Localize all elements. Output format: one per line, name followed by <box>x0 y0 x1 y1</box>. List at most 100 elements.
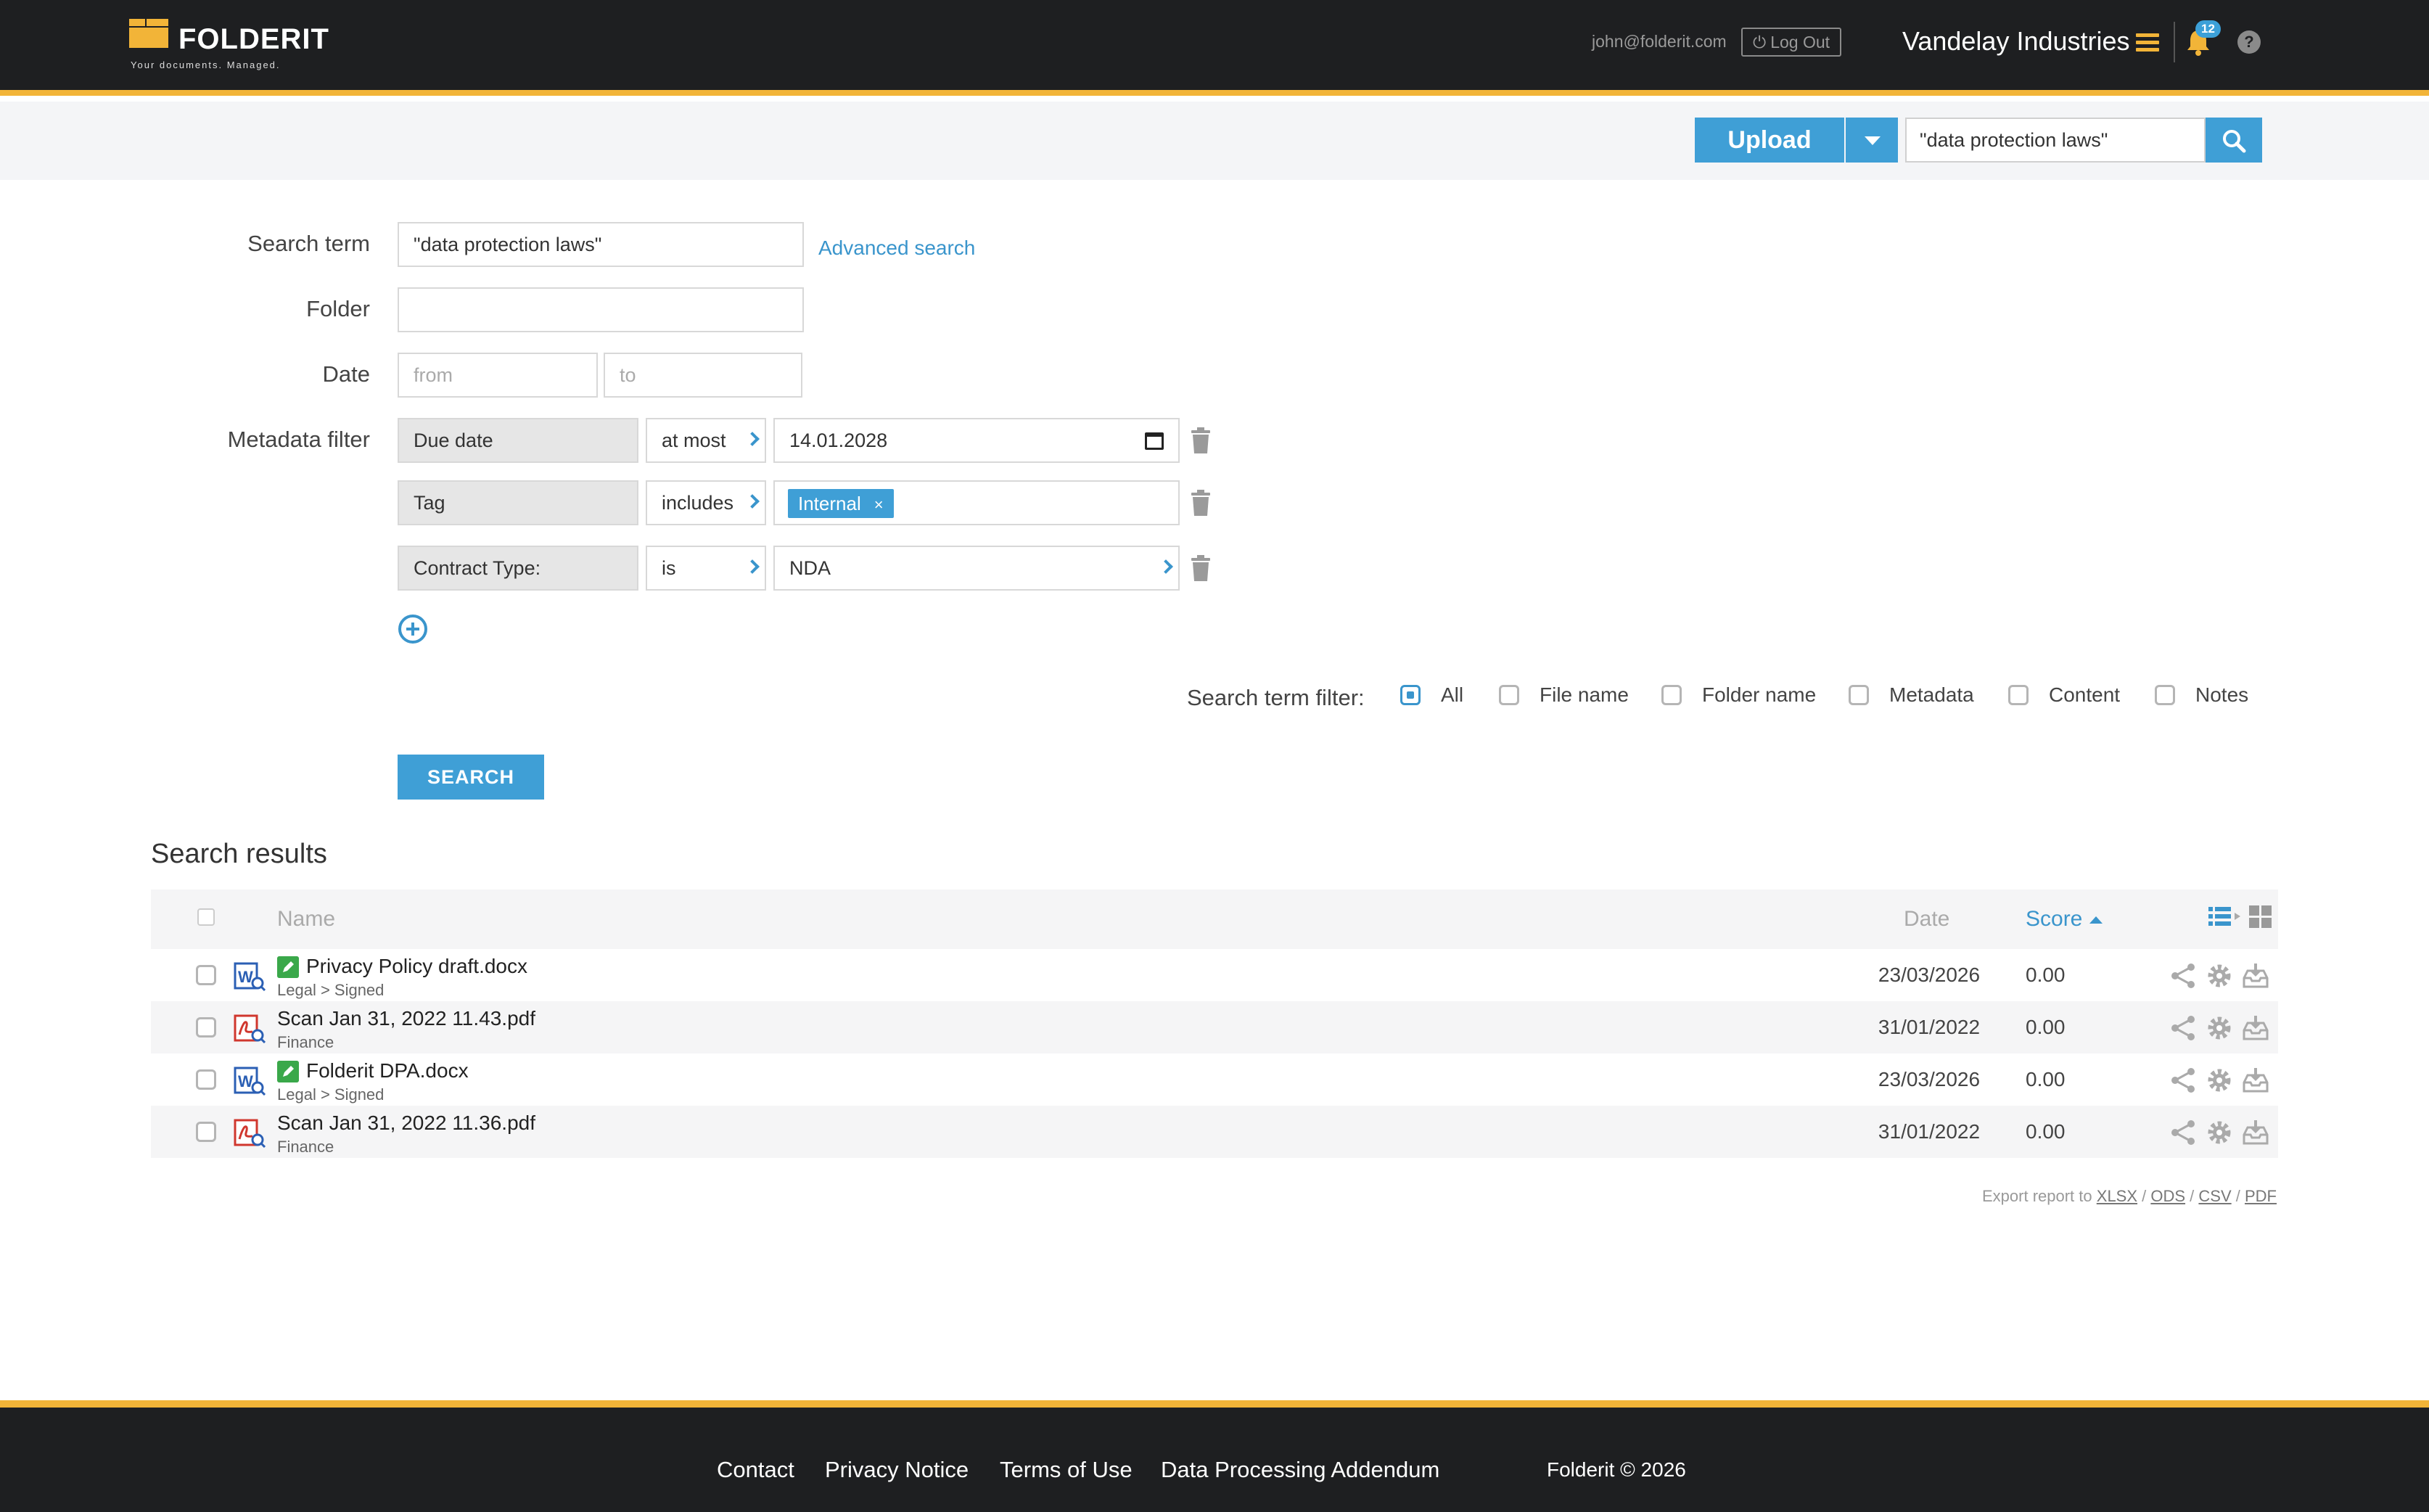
filter-file-name-checkbox[interactable] <box>1499 685 1519 705</box>
trash-icon[interactable] <box>1190 489 1212 517</box>
table-row[interactable]: Scan Jan 31, 2022 11.36.pdf Finance 31/0… <box>151 1106 2278 1158</box>
inbox-icon[interactable] <box>2242 1014 2269 1042</box>
export-csv-link[interactable]: CSV <box>2198 1187 2231 1205</box>
list-view-icon <box>2208 907 2231 926</box>
table-row[interactable]: W Folderit DPA.docx Legal > Signed 23/03… <box>151 1053 2278 1106</box>
share-icon[interactable] <box>2169 962 2197 990</box>
filter-content-checkbox[interactable] <box>2008 685 2029 705</box>
metadata-field-select[interactable]: Due date <box>398 418 638 463</box>
file-name-link[interactable]: Folderit DPA.docx <box>306 1059 469 1082</box>
share-icon[interactable] <box>2169 1014 2197 1042</box>
select-all-checkbox[interactable] <box>197 908 215 926</box>
due-date-value: 14.01.2028 <box>789 430 888 451</box>
inbox-icon[interactable] <box>2242 962 2269 990</box>
company-name[interactable]: Vandelay Industries <box>1902 26 2130 57</box>
export-pdf-link[interactable]: PDF <box>2245 1187 2277 1205</box>
search-button[interactable]: SEARCH <box>398 755 544 800</box>
inbox-icon[interactable] <box>2242 1119 2269 1146</box>
file-name-link[interactable]: Scan Jan 31, 2022 11.43.pdf <box>277 1007 535 1030</box>
filter-folder-name-label[interactable]: Folder name <box>1702 683 1816 707</box>
top-bar: FOLDERIT Your documents. Managed. john@f… <box>0 0 2429 96</box>
pdf-icon[interactable] <box>234 1014 266 1043</box>
pdf-icon[interactable] <box>234 1119 266 1148</box>
row-checkbox[interactable] <box>196 1069 216 1090</box>
results-title: Search results <box>151 839 327 869</box>
gear-icon[interactable] <box>2206 1014 2233 1042</box>
share-icon[interactable] <box>2169 1119 2197 1146</box>
metadata-operator-select[interactable]: at most <box>646 418 766 463</box>
inbox-icon[interactable] <box>2242 1067 2269 1094</box>
file-path[interactable]: Finance <box>277 1138 334 1156</box>
trash-icon[interactable] <box>1190 554 1212 582</box>
metadata-field-select[interactable]: Tag <box>398 480 638 525</box>
footer-link-contact[interactable]: Contact <box>717 1457 794 1483</box>
upload-button[interactable]: Upload <box>1695 118 1844 163</box>
gear-icon[interactable] <box>2206 1119 2233 1146</box>
add-filter-icon[interactable] <box>398 614 428 644</box>
filter-all-checkbox[interactable] <box>1400 685 1421 705</box>
word-doc-icon[interactable]: W <box>234 962 266 991</box>
grid-view-icon <box>2249 905 2272 928</box>
filter-metadata-label[interactable]: Metadata <box>1889 683 1974 707</box>
footer-link-terms-of-use[interactable]: Terms of Use <box>1000 1457 1133 1483</box>
gear-icon[interactable] <box>2206 1067 2233 1094</box>
tag-input[interactable]: Internal × <box>773 480 1180 525</box>
footer-link-dpa[interactable]: Data Processing Addendum <box>1161 1457 1439 1483</box>
footer-link-privacy-notice[interactable]: Privacy Notice <box>825 1457 969 1483</box>
file-path[interactable]: Legal > Signed <box>277 981 384 1000</box>
remove-tag-icon[interactable]: × <box>874 496 884 514</box>
share-icon[interactable] <box>2169 1067 2197 1094</box>
column-name[interactable]: Name <box>277 907 335 932</box>
trash-icon[interactable] <box>1190 427 1212 454</box>
export-ods-link[interactable]: ODS <box>2150 1187 2185 1205</box>
header-divider <box>2174 22 2175 62</box>
file-date: 23/03/2026 <box>1878 964 1981 986</box>
folder-logo-icon <box>129 19 168 48</box>
filter-notes-checkbox[interactable] <box>2155 685 2175 705</box>
file-score: 0.00 <box>2026 1120 2066 1143</box>
help-icon[interactable]: ? <box>2237 30 2261 54</box>
metadata-operator-select[interactable]: is <box>646 546 766 591</box>
view-toggle[interactable] <box>2208 905 2275 930</box>
filter-file-name-label[interactable]: File name <box>1540 683 1629 707</box>
due-date-input[interactable]: 14.01.2028 <box>773 418 1180 463</box>
table-row[interactable]: Scan Jan 31, 2022 11.43.pdf Finance 31/0… <box>151 1001 2278 1053</box>
contract-type-value: NDA <box>789 557 831 579</box>
file-name-link[interactable]: Privacy Policy draft.docx <box>306 955 527 978</box>
advanced-search-link[interactable]: Advanced search <box>818 237 975 260</box>
row-checkbox[interactable] <box>196 1017 216 1038</box>
row-checkbox[interactable] <box>196 965 216 985</box>
file-path[interactable]: Legal > Signed <box>277 1085 384 1104</box>
column-score[interactable]: Score <box>2026 907 2103 932</box>
export-xlsx-link[interactable]: XLSX <box>2097 1187 2137 1205</box>
upload-dropdown-button[interactable] <box>1846 118 1898 163</box>
filter-all-label[interactable]: All <box>1441 683 1463 707</box>
row-checkbox[interactable] <box>196 1122 216 1142</box>
file-path[interactable]: Finance <box>277 1033 334 1052</box>
file-date: 31/01/2022 <box>1878 1120 1981 1143</box>
column-date[interactable]: Date <box>1904 907 1949 932</box>
contract-type-select[interactable]: NDA <box>773 546 1180 591</box>
menu-icon[interactable] <box>2136 33 2159 52</box>
metadata-field-select[interactable]: Contract Type: <box>398 546 638 591</box>
filter-content-label[interactable]: Content <box>2049 683 2120 707</box>
logout-button[interactable]: ⏻ Log Out <box>1741 28 1842 57</box>
date-from-input[interactable] <box>398 353 598 398</box>
calendar-icon[interactable] <box>1145 432 1164 450</box>
date-to-input[interactable] <box>604 353 802 398</box>
top-search-button[interactable] <box>2206 118 2262 163</box>
svg-text:W: W <box>238 1072 253 1090</box>
logout-label: Log Out <box>1770 33 1830 52</box>
word-doc-icon[interactable]: W <box>234 1067 266 1096</box>
table-row[interactable]: W Privacy Policy draft.docx Legal > Sign… <box>151 949 2278 1001</box>
folder-input[interactable] <box>398 287 804 332</box>
metadata-operator-select[interactable]: includes <box>646 480 766 525</box>
filter-metadata-checkbox[interactable] <box>1849 685 1869 705</box>
file-name-link[interactable]: Scan Jan 31, 2022 11.36.pdf <box>277 1112 535 1135</box>
gear-icon[interactable] <box>2206 962 2233 990</box>
filter-folder-name-checkbox[interactable] <box>1661 685 1682 705</box>
file-score: 0.00 <box>2026 1016 2066 1038</box>
filter-notes-label[interactable]: Notes <box>2195 683 2248 707</box>
search-term-input[interactable] <box>398 222 804 267</box>
top-search-input[interactable] <box>1905 118 2206 163</box>
